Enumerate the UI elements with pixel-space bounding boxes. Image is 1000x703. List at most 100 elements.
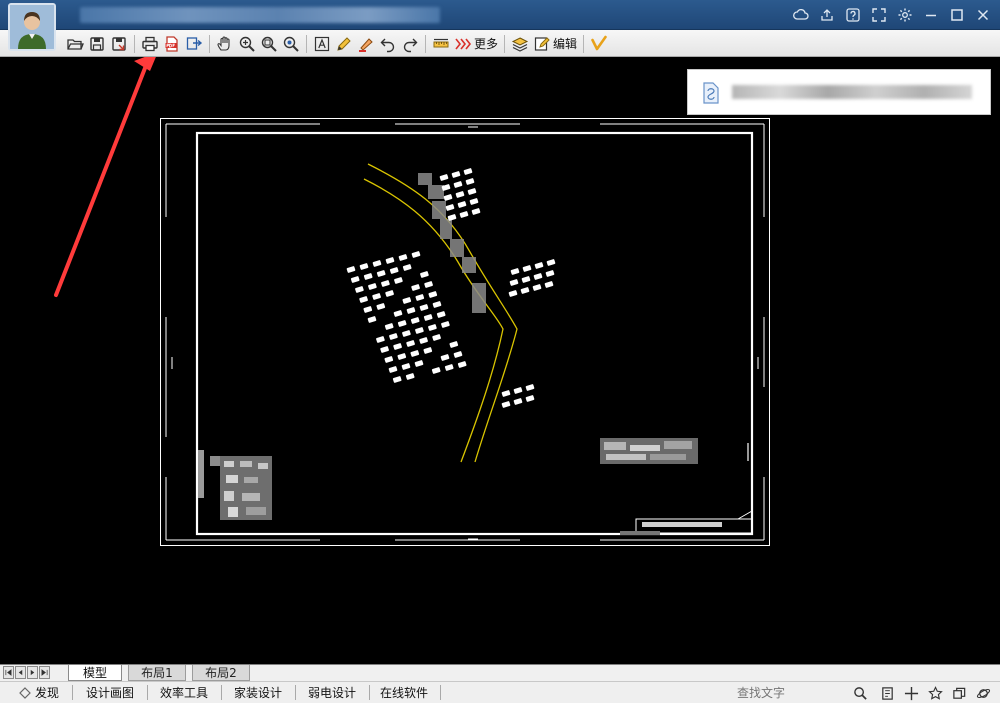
convert-button[interactable]: [183, 33, 205, 55]
tab-navigation: [3, 666, 50, 679]
drawing-canvas[interactable]: ████████ ████ ██████ ███: [0, 57, 1000, 664]
tab-layout2[interactable]: 布局2: [192, 665, 250, 681]
save-icon: [90, 36, 104, 51]
site-symbol: [415, 327, 424, 334]
site-symbol: [436, 311, 446, 318]
find-text-input[interactable]: [733, 684, 847, 701]
main-toolbar: 更多 编辑: [0, 30, 1000, 57]
favorite-button[interactable]: [926, 684, 944, 702]
menu-efficiency-tools[interactable]: 效率工具: [150, 682, 218, 703]
site-symbol: [501, 401, 511, 408]
vip-button[interactable]: [588, 33, 610, 55]
site-symbol: [397, 320, 407, 327]
cloud-button[interactable]: [790, 4, 812, 26]
site-symbol: [525, 384, 535, 391]
site-symbol: [392, 376, 402, 383]
menu-divider: [369, 685, 370, 700]
site-symbol: [440, 354, 450, 361]
settings-button[interactable]: [894, 4, 916, 26]
print-preview-button[interactable]: [878, 684, 896, 702]
save-as-button[interactable]: [108, 33, 130, 55]
more-chevrons-icon: [455, 38, 472, 49]
help-icon: [846, 8, 860, 22]
planet-icon: [976, 688, 990, 698]
menu-weak-current[interactable]: 弱电设计: [298, 682, 366, 703]
first-tab-button[interactable]: [3, 666, 14, 679]
fullscreen-button[interactable]: [868, 4, 890, 26]
menu-design-drawing[interactable]: 设计画图: [76, 682, 144, 703]
orbit-button[interactable]: [974, 684, 992, 702]
text-icon: [314, 36, 330, 51]
site-symbol: [439, 174, 449, 181]
export-pdf-button[interactable]: [161, 33, 183, 55]
text-button[interactable]: [311, 33, 333, 55]
print-button[interactable]: [139, 33, 161, 55]
notification-text: ████████ ████ ██████ ███: [732, 85, 972, 99]
pan-button[interactable]: [214, 33, 236, 55]
maximize-button[interactable]: [946, 4, 968, 26]
menu-discover[interactable]: 发现: [8, 682, 70, 703]
site-symbol: [533, 273, 543, 280]
undo-icon: [380, 38, 395, 52]
edit-button[interactable]: 编辑: [531, 33, 579, 55]
window-controls: [790, 4, 994, 26]
next-tab-button[interactable]: [27, 666, 38, 679]
site-symbol: [411, 251, 421, 258]
share-icon: [821, 9, 833, 21]
site-symbol: [457, 201, 467, 208]
share-button[interactable]: [816, 4, 838, 26]
last-tab-button[interactable]: [39, 666, 50, 679]
tab-model[interactable]: 模型: [68, 665, 122, 681]
user-avatar[interactable]: [8, 3, 56, 51]
site-symbol: [455, 191, 465, 198]
site-symbol: [501, 390, 511, 397]
find-search-button[interactable]: [851, 684, 869, 702]
layers-button[interactable]: [509, 33, 531, 55]
site-symbol: [363, 306, 373, 313]
annotation-arrow: [54, 57, 156, 297]
tab-layout1[interactable]: 布局1: [128, 665, 186, 681]
site-symbol: [545, 270, 555, 277]
cad-viewer-window: ████████████ ████ ██████████████████: [0, 0, 1000, 703]
avatar-icon: [10, 5, 54, 49]
cad-drawing: [54, 57, 770, 546]
site-symbol: [443, 194, 453, 201]
menu-online-software[interactable]: 在线软件: [372, 682, 436, 703]
site-symbol: [453, 181, 463, 188]
site-symbol: [509, 279, 519, 286]
zoom-extents-button[interactable]: [258, 33, 280, 55]
diamond-icon: [19, 686, 31, 699]
site-symbol: [406, 307, 416, 314]
site-symbol: [453, 351, 463, 358]
prev-tab-button[interactable]: [15, 666, 26, 679]
measure-button[interactable]: [430, 33, 452, 55]
redo-button[interactable]: [399, 33, 421, 55]
toolbar-separator: [306, 34, 307, 53]
site-symbol: [410, 317, 420, 324]
help-button[interactable]: [842, 4, 864, 26]
open-file-button[interactable]: [64, 33, 86, 55]
menu-home-design[interactable]: 家装设计: [224, 682, 292, 703]
markup-button[interactable]: [355, 33, 377, 55]
site-symbol: [402, 297, 412, 304]
site-symbol: [405, 373, 415, 380]
notification-popup[interactable]: ████████ ████ ██████ ███: [687, 69, 991, 115]
star-icon: [927, 685, 943, 700]
save-button[interactable]: [86, 33, 108, 55]
crosshair-button[interactable]: [902, 684, 920, 702]
pencil-button[interactable]: [333, 33, 355, 55]
undo-button[interactable]: [377, 33, 399, 55]
zoom-in-button[interactable]: [236, 33, 258, 55]
toolbar-separator: [583, 34, 585, 53]
close-button[interactable]: [972, 4, 994, 26]
window-tile-button[interactable]: [950, 684, 968, 702]
site-symbol: [534, 262, 544, 269]
folder-open-icon: [67, 38, 84, 50]
title-block: [620, 510, 753, 535]
site-symbol: [384, 356, 394, 363]
zoom-extents-icon: [261, 36, 277, 52]
site-symbol: [388, 366, 398, 373]
zoom-window-button[interactable]: [280, 33, 302, 55]
more-button[interactable]: 更多: [452, 33, 500, 55]
minimize-button[interactable]: [920, 4, 942, 26]
